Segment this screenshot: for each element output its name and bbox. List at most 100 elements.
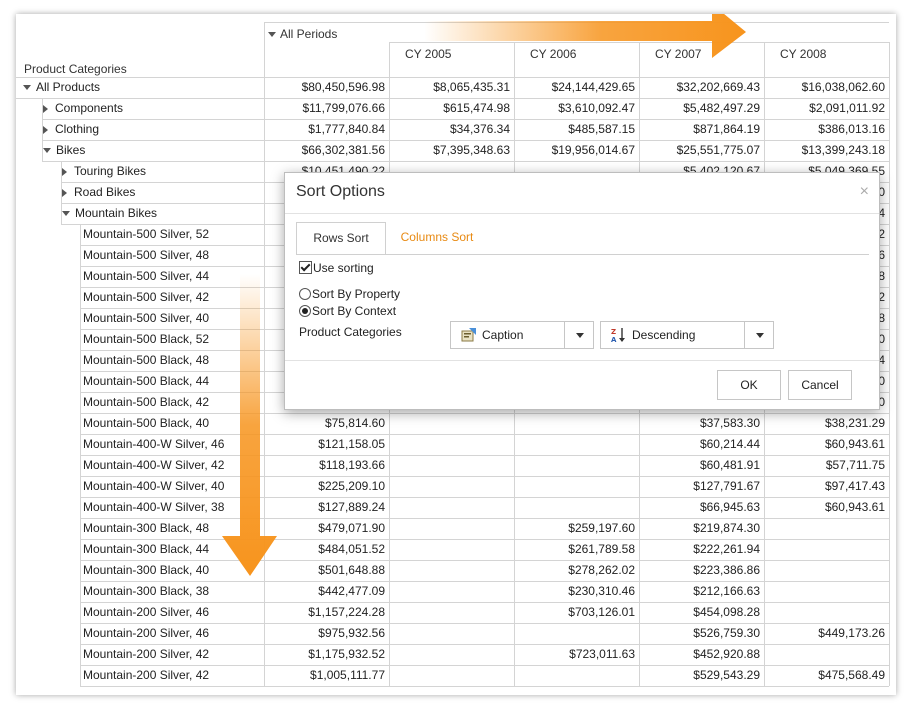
- sort-by-context-label: Sort By Context: [312, 304, 397, 318]
- value-cell: $501,648.88: [318, 563, 385, 577]
- value-cell: [389, 455, 510, 476]
- svg-text:A: A: [611, 336, 617, 343]
- row-label[interactable]: Components: [43, 98, 123, 119]
- value-cell: $485,587.15: [568, 122, 635, 136]
- value-cell: [514, 497, 635, 518]
- row-label-text: Mountain-200 Silver, 42: [83, 647, 210, 661]
- row-label-text: Mountain-400-W Silver, 42: [83, 458, 225, 472]
- row-label-text: Mountain-500 Black, 52: [83, 332, 210, 346]
- year-header[interactable]: CY 2006: [530, 47, 576, 61]
- expand-triangle-icon[interactable]: [43, 125, 48, 134]
- value-cell: $261,789.58: [568, 542, 635, 556]
- row-label-text: Mountain-200 Silver, 42: [83, 668, 210, 682]
- value-cell: $526,759.30: [693, 626, 760, 640]
- collapse-triangle-icon[interactable]: [23, 85, 31, 91]
- pivot-frame: All Periods Product Categories CY 2005 CY 2…: [16, 14, 896, 695]
- value-cell: $2,091,011.92: [809, 101, 885, 115]
- value-cell: [389, 623, 510, 644]
- row-label: Mountain-200 Silver, 46: [83, 623, 209, 644]
- row-label-text: Mountain-300 Black, 40: [83, 563, 210, 577]
- value-cell: [514, 476, 635, 497]
- row-label[interactable]: Road Bikes: [62, 182, 135, 203]
- value-cell: [514, 413, 635, 434]
- row-label-text: Mountain Bikes: [75, 206, 158, 220]
- value-cell: [764, 581, 885, 602]
- sort-by-context-radio[interactable]: Sort By Context: [299, 304, 396, 318]
- row-label-text: Mountain-500 Silver, 44: [83, 269, 210, 283]
- row-label: Mountain-500 Silver, 48: [83, 245, 209, 266]
- row-label[interactable]: Touring Bikes: [62, 161, 146, 182]
- use-sorting-checkbox[interactable]: Use sorting: [299, 261, 374, 275]
- value-cell: $723,011.63: [569, 647, 635, 661]
- year-header[interactable]: CY 2005: [405, 47, 451, 61]
- value-cell: $259,197.60: [568, 521, 635, 535]
- caption-icon: [461, 328, 476, 342]
- value-cell: $32,202,669.43: [676, 80, 760, 94]
- expand-triangle-icon[interactable]: [62, 188, 67, 197]
- value-cell: $452,920.88: [693, 647, 760, 661]
- value-cell: [764, 602, 885, 623]
- row-label: Mountain-400-W Silver, 42: [83, 455, 224, 476]
- value-cell: $75,814.60: [324, 416, 385, 430]
- column-field-header[interactable]: All Periods: [280, 27, 337, 41]
- value-cell: [389, 665, 510, 686]
- value-cell: $13,399,243.18: [801, 143, 885, 157]
- row-label: Mountain-200 Silver, 42: [83, 644, 209, 665]
- value-cell: $16,038,062.60: [801, 80, 885, 94]
- value-cell: $121,158.05: [318, 437, 385, 451]
- year-header[interactable]: CY 2007: [655, 47, 701, 61]
- ok-button[interactable]: OK: [717, 370, 781, 400]
- row-label-text: Clothing: [55, 122, 100, 136]
- chevron-down-icon[interactable]: [576, 333, 584, 338]
- row-label: Mountain-500 Silver, 52: [83, 224, 209, 245]
- value-cell: $38,231.29: [824, 416, 885, 430]
- row-label[interactable]: All Products: [23, 77, 100, 98]
- value-cell: [764, 539, 885, 560]
- collapse-triangle-icon[interactable]: [43, 148, 51, 154]
- sort-options-dialog: Sort Options × Rows Sort Columns Sort Us…: [284, 172, 880, 410]
- value-cell: $223,386.86: [693, 563, 760, 577]
- value-cell: [764, 644, 885, 665]
- sort-by-property-radio[interactable]: Sort By Property: [299, 287, 400, 301]
- collapse-triangle-icon[interactable]: [268, 32, 276, 37]
- chevron-down-icon[interactable]: [756, 333, 764, 338]
- value-cell: $97,417.43: [824, 479, 885, 493]
- value-cell: $1,175,932.52: [308, 647, 385, 661]
- cancel-button[interactable]: Cancel: [788, 370, 852, 400]
- row-label-text: Mountain-500 Silver, 40: [83, 311, 210, 325]
- row-field-header: Product Categories: [24, 62, 127, 76]
- sort-za-icon: Z A: [611, 328, 625, 343]
- row-label[interactable]: Clothing: [43, 119, 99, 140]
- dialog-header-divider: [285, 213, 879, 214]
- row-label-text: Mountain-500 Black, 48: [83, 353, 210, 367]
- row-label-text: Mountain-500 Silver, 42: [83, 290, 210, 304]
- radio-selected-icon: [299, 305, 311, 317]
- value-cell: [514, 665, 635, 686]
- value-cell: $871,864.19: [693, 122, 760, 136]
- value-cell: $1,777,840.84: [308, 122, 385, 136]
- collapse-triangle-icon[interactable]: [62, 211, 70, 217]
- row-label-text: Mountain-300 Black, 38: [83, 584, 210, 598]
- caption-combo[interactable]: Caption: [450, 321, 594, 349]
- use-sorting-label: Use sorting: [313, 261, 374, 275]
- close-icon[interactable]: ×: [860, 183, 869, 201]
- tab-rows-sort[interactable]: Rows Sort: [296, 222, 386, 255]
- value-cell: $449,173.26: [818, 626, 885, 640]
- value-cell: [389, 602, 510, 623]
- expand-triangle-icon[interactable]: [43, 104, 48, 113]
- value-cell: [389, 434, 510, 455]
- value-cell: $60,943.61: [824, 500, 885, 514]
- expand-triangle-icon[interactable]: [62, 167, 67, 176]
- row-label[interactable]: Bikes: [43, 140, 85, 161]
- value-cell: [514, 623, 635, 644]
- row-label-text: Mountain-200 Silver, 46: [83, 626, 210, 640]
- row-label: Mountain-300 Black, 38: [83, 581, 209, 602]
- year-header[interactable]: CY 2008: [780, 47, 826, 61]
- tab-columns-sort[interactable]: Columns Sort: [392, 222, 482, 253]
- value-cell: [389, 413, 510, 434]
- direction-combo[interactable]: Z A Descending: [600, 321, 774, 349]
- row-label-text: Mountain-400-W Silver, 38: [83, 500, 225, 514]
- row-label: Mountain-500 Black, 42: [83, 392, 209, 413]
- value-cell: [514, 455, 635, 476]
- row-label[interactable]: Mountain Bikes: [62, 203, 157, 224]
